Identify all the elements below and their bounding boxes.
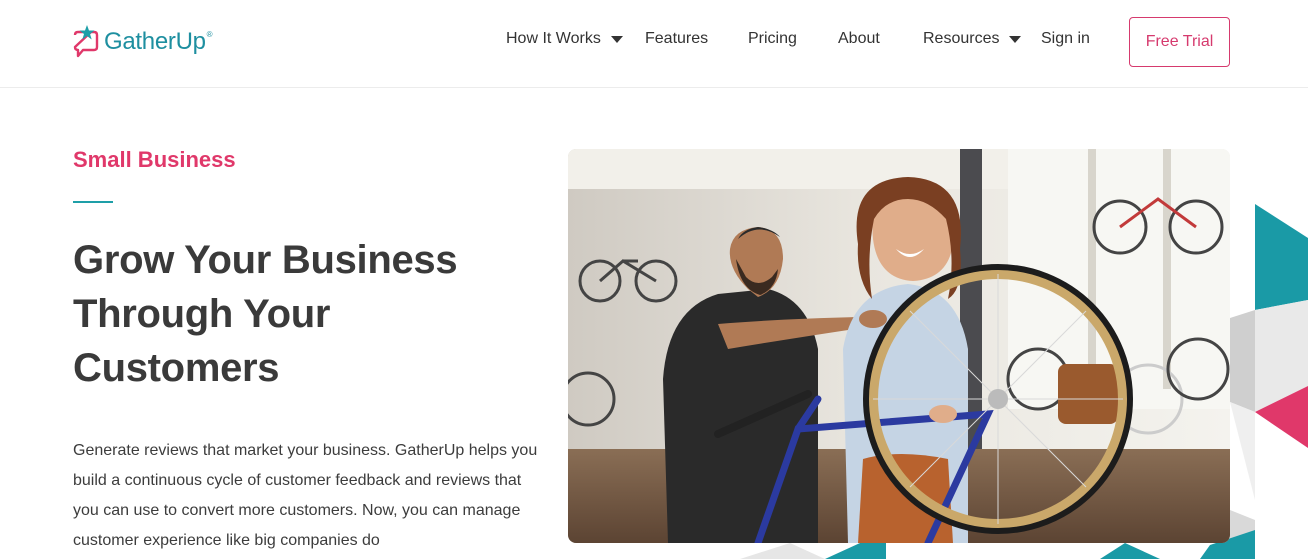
- nav-sign-in-label: Sign in: [1041, 30, 1090, 47]
- nav-how-it-works-label: How It Works: [506, 30, 601, 47]
- gatherup-logo[interactable]: GatherUp ®: [72, 24, 213, 60]
- chat-star-logo-icon: [73, 25, 99, 58]
- nav-sign-in[interactable]: Sign in: [1041, 30, 1090, 48]
- logo-wordmark: GatherUp: [104, 28, 206, 55]
- hero-headline: Grow Your Business Through Your Customer…: [73, 238, 458, 390]
- free-trial-button[interactable]: Free Trial: [1129, 17, 1230, 67]
- trademark-symbol: ®: [206, 29, 213, 39]
- nav-resources-label: Resources: [923, 30, 1000, 47]
- site-header: GatherUp ® How It Works Features Pricing…: [0, 0, 1308, 88]
- hero-description: Generate reviews that market your busine…: [73, 442, 538, 549]
- caret-down-icon: [610, 35, 623, 43]
- accent-divider: [73, 201, 113, 203]
- hero-photo: [568, 149, 1230, 543]
- nav-pricing-label: Pricing: [748, 30, 797, 47]
- nav-about[interactable]: About: [838, 30, 880, 48]
- nav-about-label: About: [838, 30, 880, 47]
- nav-pricing[interactable]: Pricing: [748, 30, 797, 48]
- nav-resources[interactable]: Resources: [923, 30, 1022, 48]
- bike-shop-photo-illustration: [568, 149, 1230, 543]
- nav-features-label: Features: [645, 30, 709, 47]
- hero-eyebrow: Small Business: [73, 147, 236, 172]
- caret-down-icon: [1009, 35, 1022, 43]
- nav-how-it-works[interactable]: How It Works: [506, 30, 623, 48]
- nav-features[interactable]: Features: [645, 30, 708, 48]
